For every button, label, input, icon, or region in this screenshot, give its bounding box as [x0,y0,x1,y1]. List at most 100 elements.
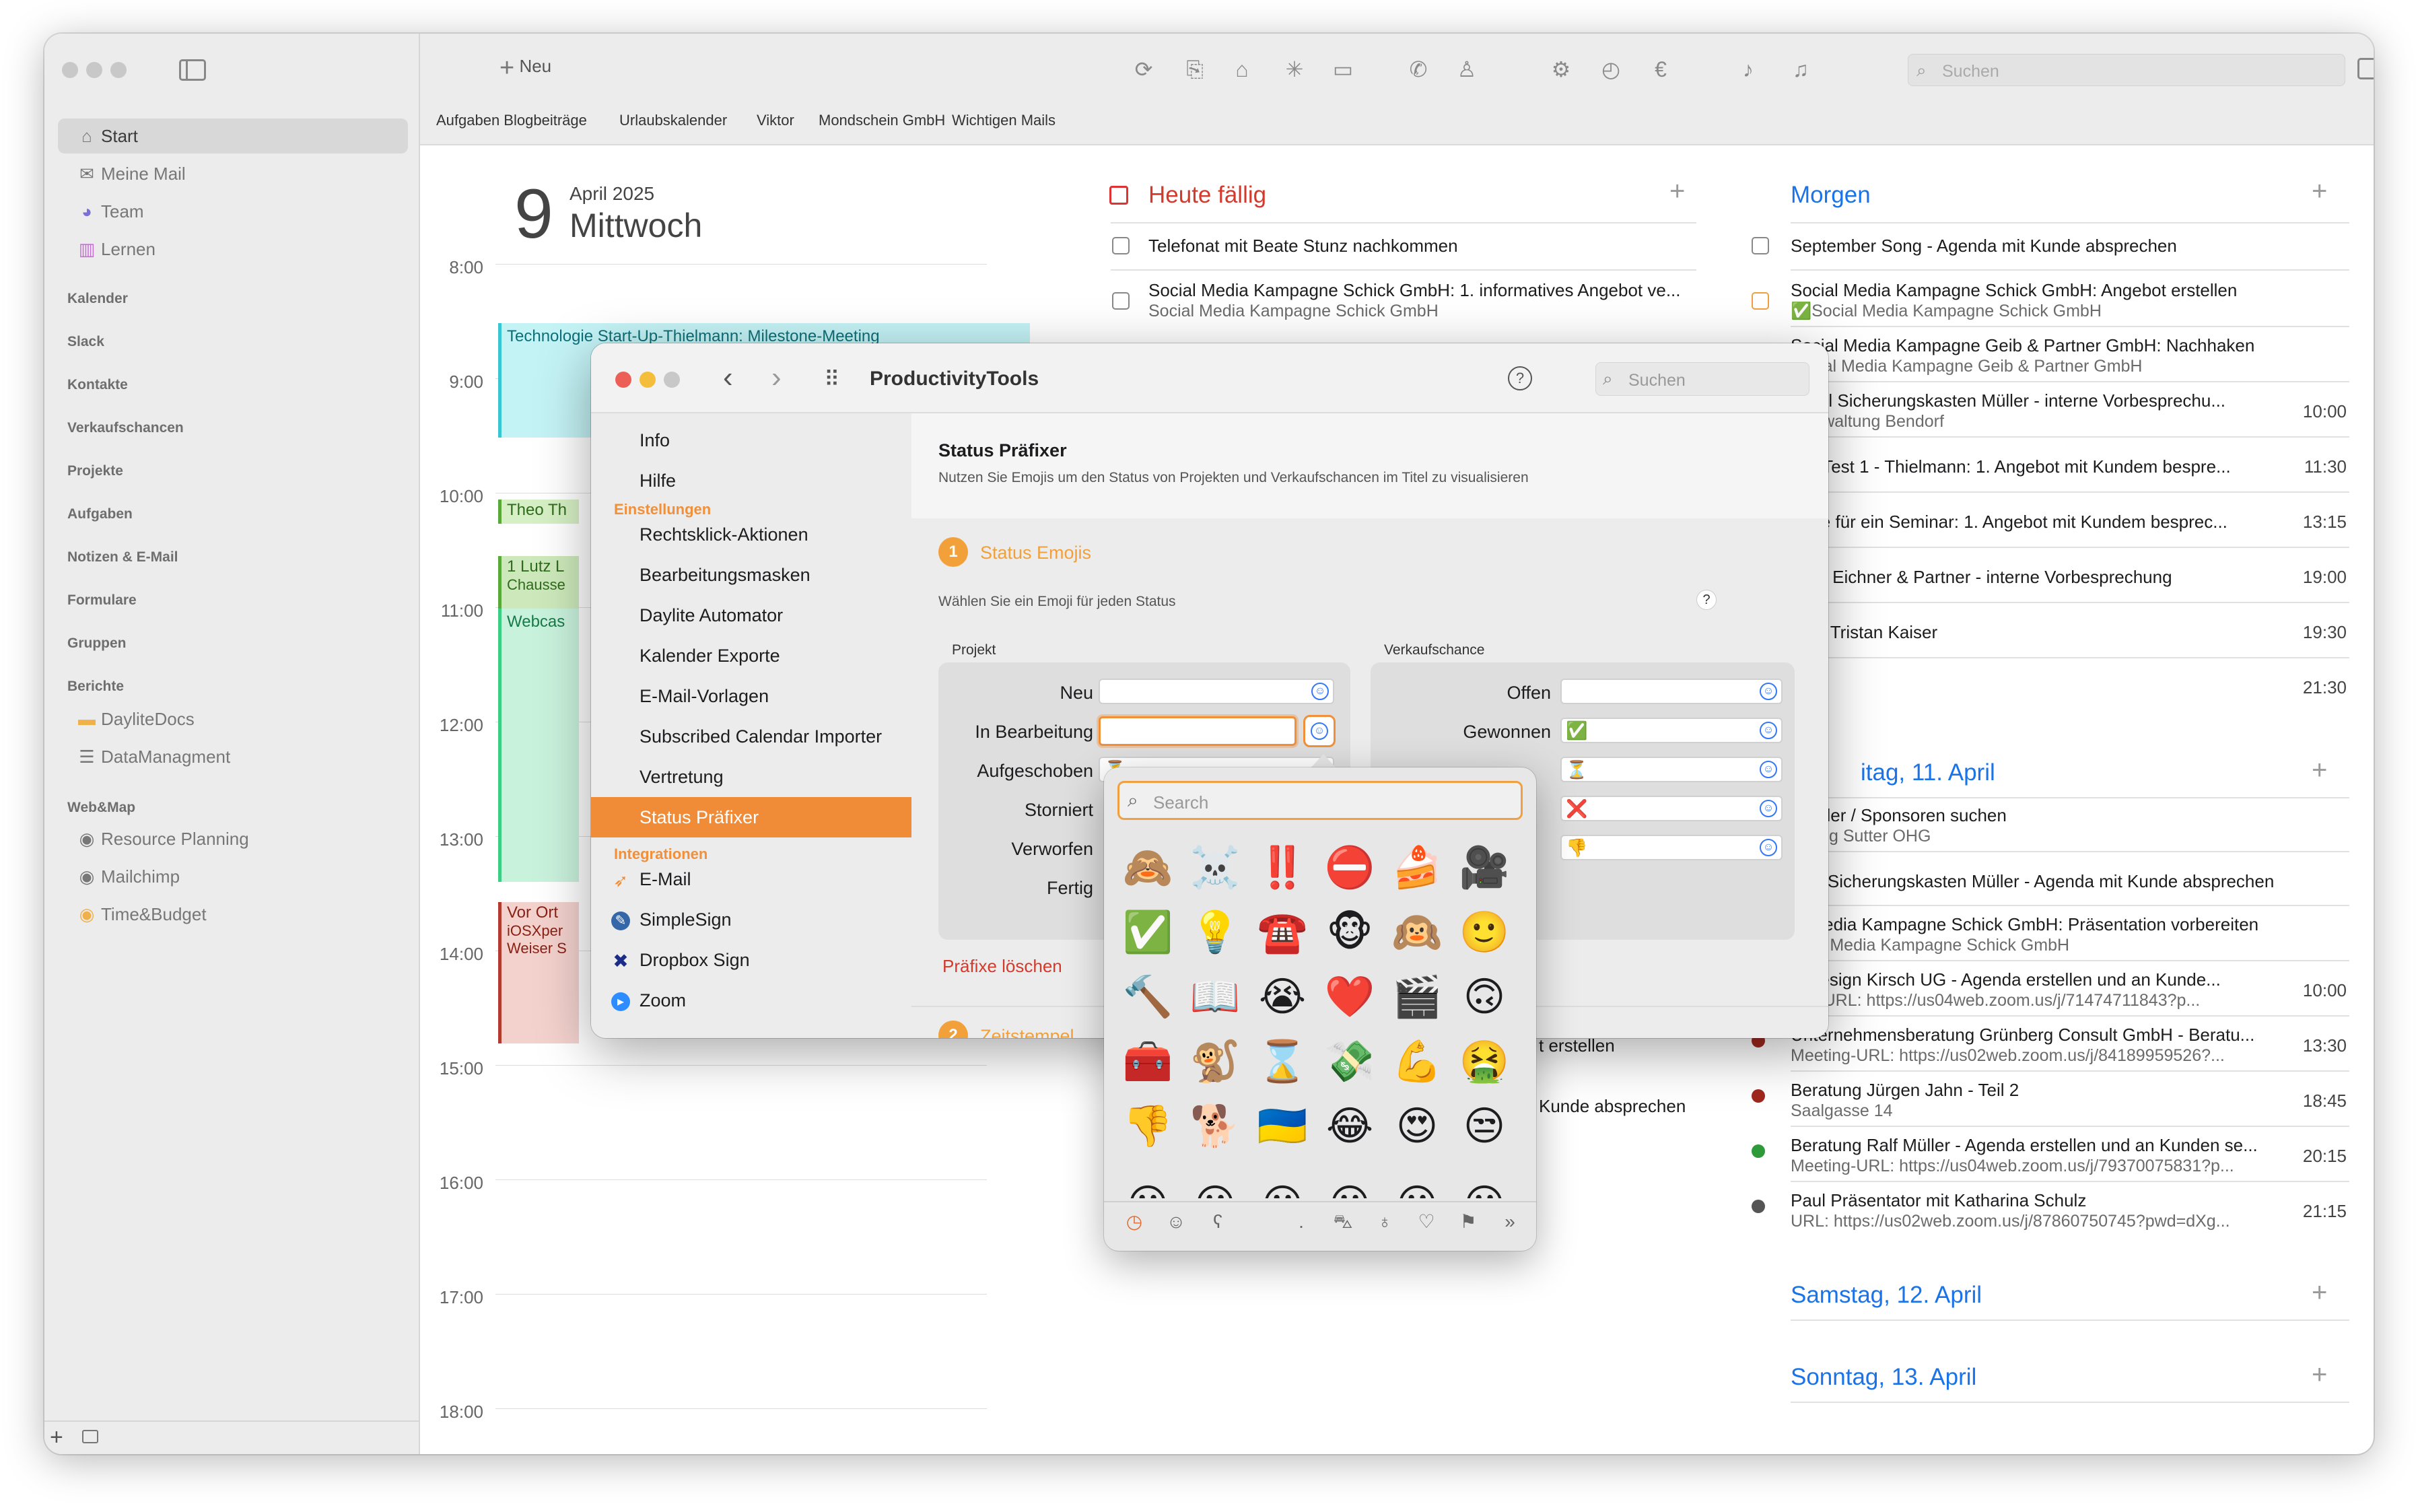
status-emoji-field[interactable]: ☺ [1099,679,1334,704]
sidebar-section-notizen[interactable]: Notizen & E-Mail [67,549,178,565]
phone-icon[interactable]: ✆ [1404,55,1432,83]
add-morgen-button[interactable]: + [2312,176,2327,207]
task-title-partial[interactable]: Kunde absprechen [1539,1096,1707,1117]
calendar-event[interactable]: Webcas [498,609,579,882]
sidebar-item-team[interactable]: ◕ Team [58,194,408,229]
step-title[interactable]: Zeitstempel [980,1026,1074,1038]
smiley-icon[interactable]: ☺ [1161,1206,1191,1237]
sync-icon[interactable]: ⟳ [1130,55,1158,83]
emoji-option[interactable]: 🤮 [1454,1031,1515,1092]
task-title[interactable]: Beratung Jürgen Jahn - Teil 2 [1791,1080,2269,1101]
grid-icon[interactable]: ⠿ [824,366,839,392]
emoji-option-partial[interactable]: 😀 [1252,1161,1313,1198]
sidebar-item-start[interactable]: ⌂ Start [58,118,408,153]
emoji-option[interactable]: 🎬 [1387,967,1447,1027]
pt-nav-subscribed-calendar[interactable]: Subscribed Calendar Importer [591,716,911,757]
calendar-event[interactable]: 1 Lutz L Chausse [498,556,579,610]
task-title[interactable]: Paul Präsentator mit Katharina Schulz [1791,1190,2269,1211]
emoji-picker-icon[interactable]: ☺ [1760,722,1777,739]
calendar-event[interactable]: Vor Ort iOSXper Weiser S [498,902,579,1043]
sidebar-section-kalender[interactable]: Kalender [67,291,128,307]
favorite-viktor[interactable]: Viktor [757,112,794,129]
bear-icon[interactable]: ʕ [1202,1206,1233,1237]
emoji-option-partial[interactable]: 😀 [1185,1161,1245,1198]
emoji-option[interactable]: 🙂 [1454,902,1515,963]
emoji-option[interactable]: 😂 [1319,1096,1380,1157]
sidebar-item-datamanagment[interactable]: ☰ DataManagment [58,739,408,774]
task-title[interactable]: godesign Kirsch UG - Agenda erstellen un… [1791,969,2269,990]
emoji-option[interactable]: ‼️ [1252,837,1313,898]
favorite-wichtigen-mails[interactable]: Wichtigen Mails [952,112,1056,129]
bell-icon[interactable]: ♫ [1787,55,1815,83]
emoji-option[interactable]: ⌛ [1252,1031,1313,1092]
emoji-option[interactable]: 🐒 [1185,1031,1245,1092]
emoji-option[interactable]: 📖 [1185,967,1245,1027]
emoji-picker-icon[interactable]: ☺ [1760,800,1777,817]
sidebar-section-projekte[interactable]: Projekte [67,463,123,479]
clear-prefixes-button[interactable]: Präfixe löschen [942,956,1062,977]
graduation-cap-icon[interactable]: ⌂ [1228,55,1256,83]
task-title[interactable]: Social Media Kampagne Geib & Partner Gmb… [1791,335,2343,356]
calendar-event[interactable]: Theo Th [498,500,579,524]
emoji-option[interactable]: 👎 [1117,1096,1178,1157]
zoom-traffic-light[interactable] [110,62,127,78]
pt-nav-rechtsklick[interactable]: Rechtsklick-Aktionen [591,514,911,555]
flow-icon[interactable]: ⚙ [1547,55,1575,83]
emoji-option[interactable]: 💡 [1185,902,1245,963]
emoji-option[interactable]: 😍 [1387,1096,1447,1157]
add-icon[interactable]: + [50,1424,63,1451]
status-emoji-field[interactable]: ✅ ☺ [1560,718,1783,743]
sidebar-toggle-icon[interactable] [179,59,206,81]
search-input[interactable]: ⌕ Suchen [1908,54,2345,86]
task-title[interactable]: Social Media Kampagne Schick GmbH: 1. in… [1148,280,1687,301]
emoji-option[interactable]: 😒 [1454,1096,1515,1157]
back-icon[interactable]: ‹ [723,361,733,394]
zoom-traffic-light[interactable] [664,372,680,388]
step-help-icon[interactable]: ? [1696,590,1717,610]
pt-search-input[interactable]: ⌕ Suchen [1595,362,1809,396]
emoji-option-partial[interactable]: 😀 [1319,1161,1380,1198]
task-checkbox[interactable] [1752,237,1769,254]
sidebar-item-lernen[interactable]: ▥ Lernen [58,232,408,267]
pt-nav-kalender-exporte[interactable]: Kalender Exporte [591,635,911,676]
pt-nav-status-praefixer[interactable]: Status Präfixer [591,797,911,837]
emoji-option-partial[interactable]: 😀 [1454,1161,1515,1198]
favorite-aufgaben-blogbeitraege[interactable]: Aufgaben Blogbeiträge [436,112,587,129]
flag-icon[interactable]: ⚑ [1453,1206,1484,1237]
pt-nav-zoom[interactable]: ▸ Zoom [591,980,911,1021]
task-title[interactable]: Beratung Ralf Müller - Agenda erstellen … [1791,1135,2269,1156]
add-today-button[interactable]: + [1669,176,1685,207]
emoji-picker-icon[interactable]: ☺ [1311,683,1329,700]
minimize-traffic-light[interactable] [86,62,102,78]
task-title[interactable]: frage für ein Seminar: 1. Angebot mit Ku… [1791,512,2269,532]
emoji-option[interactable]: 💸 [1319,1031,1380,1092]
pt-nav-hilfe[interactable]: Hilfe [591,460,911,501]
ball-icon[interactable]: . [1286,1206,1317,1237]
minimize-traffic-light[interactable] [640,372,656,388]
favorite-urlaubskalender[interactable]: Urlaubskalender [619,112,727,129]
task-title[interactable]: ssteller / Sponsoren suchen [1791,805,2343,826]
layout-icon[interactable]: ▭ [1329,55,1357,83]
apple-icon[interactable] [1244,1206,1275,1237]
pt-nav-simplesign[interactable]: ✎ SimpleSign [591,899,911,940]
emoji-picker-button[interactable]: ☺ [1303,715,1336,747]
clock-icon[interactable]: ◷ [1119,1206,1150,1237]
emoji-option[interactable]: 🙉 [1387,902,1447,963]
step-title[interactable]: Status Emojis [980,543,1091,563]
person-icon[interactable]: ♙ [1453,55,1481,83]
pt-nav-dropbox-sign[interactable]: ✖ Dropbox Sign [591,940,911,980]
euro-icon[interactable]: € [1647,55,1675,83]
emoji-option[interactable]: ⛔ [1319,837,1380,898]
sidebar-section-gruppen[interactable]: Gruppen [67,635,127,652]
sidebar-item-time-budget[interactable]: ◉ Time&Budget [58,897,408,932]
sidebar-item-daylitedocs[interactable]: ▬ DayliteDocs [58,701,408,736]
pt-nav-bearbeitungsmasken[interactable]: Bearbeitungsmasken [591,555,911,595]
emoji-search-input[interactable]: ⌕ Search [1117,781,1523,820]
task-title[interactable]: al Media Kampagne Schick GmbH: Präsentat… [1791,914,2343,935]
sidebar-section-webmap[interactable]: Web&Map [67,800,135,816]
emoji-option[interactable]: 🐕 [1185,1096,1245,1157]
emoji-picker-icon[interactable]: ☺ [1760,839,1777,856]
heart-icon[interactable]: ♡ [1411,1206,1442,1237]
emoji-option[interactable]: 🐵 [1319,902,1380,963]
sparkle-icon[interactable]: ✳ [1280,55,1309,83]
